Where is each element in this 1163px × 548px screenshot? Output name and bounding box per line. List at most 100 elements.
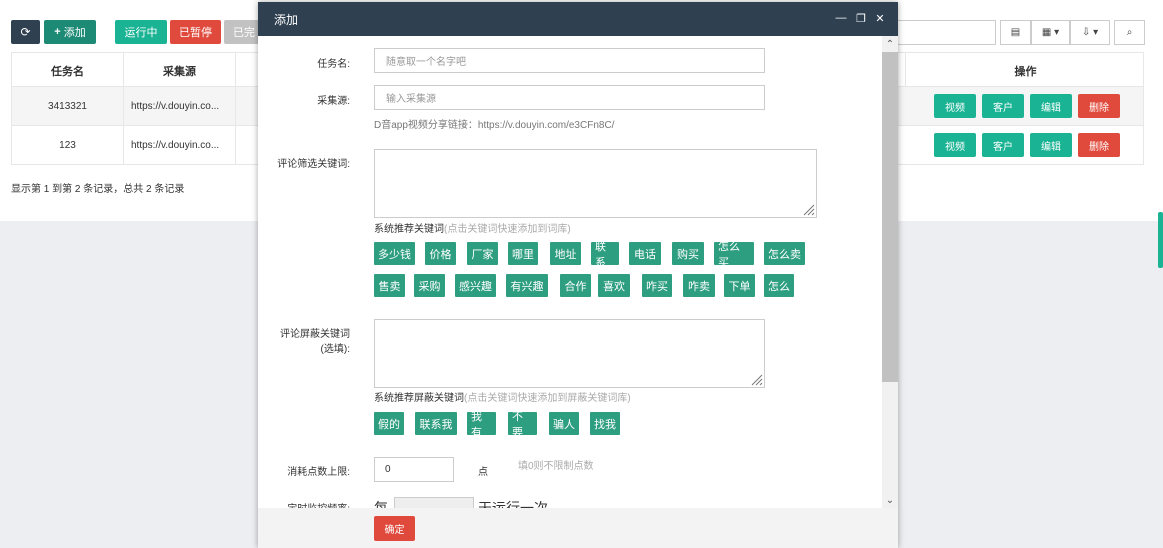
- list-view-button[interactable]: ▤: [1000, 20, 1031, 45]
- columns-icon: ▦ ▾: [1041, 27, 1060, 38]
- list-icon: ▤: [1010, 27, 1021, 38]
- running-label: 运行中: [124, 27, 158, 39]
- keyword-chip[interactable]: 不要: [508, 411, 537, 439]
- video-button[interactable]: 视频: [934, 94, 976, 118]
- keyword-chip[interactable]: 骗人: [549, 412, 579, 435]
- dialog-title-bar: 添加: [258, 2, 898, 36]
- scroll-down-icon[interactable]: ⌄: [882, 492, 898, 508]
- keyword-chip[interactable]: 我有: [467, 411, 496, 439]
- scroll-up-icon[interactable]: ⌃: [882, 36, 898, 52]
- header-actions: 操作: [905, 53, 1145, 88]
- timer-suffix: 天运行一次: [478, 500, 548, 508]
- customer-button[interactable]: 客户: [982, 94, 1024, 118]
- confirm-button[interactable]: 确定: [374, 516, 415, 541]
- keyword-chip[interactable]: 下单: [724, 274, 755, 297]
- keyword-chip[interactable]: 电话: [629, 242, 661, 265]
- keyword-chip[interactable]: 感兴趣: [455, 274, 496, 297]
- block-keywords-textarea[interactable]: [374, 319, 765, 388]
- export-icon: ⇩ ▾: [1081, 27, 1099, 38]
- keyword-chip[interactable]: 怎么卖: [764, 242, 805, 265]
- keyword-chip[interactable]: 地址: [550, 242, 581, 265]
- cell-task-name: 3413321: [12, 87, 124, 126]
- cell-task-name: 123: [12, 126, 124, 165]
- keyword-chip[interactable]: 假的: [374, 412, 404, 435]
- source-label: 采集源:: [317, 96, 350, 107]
- keyword-chip[interactable]: 采购: [414, 274, 445, 297]
- add-task-dialog: 添加 — ❐ ✕ 任务名: 随意取一个名字吧 采集源: 输入采集源 D音app视…: [258, 2, 898, 548]
- source-hint: D音app视频分享链接：https://v.douyin.com/e3CFn8C…: [374, 120, 615, 131]
- points-unit: 点: [478, 467, 488, 478]
- dialog-footer: 确定: [258, 508, 898, 548]
- recommend-title-text: 系统推荐关键词: [374, 224, 444, 235]
- recommend-keywords-title: 系统推荐关键词(点击关键词快速添加到词库): [374, 220, 571, 235]
- search-button[interactable]: ⌕: [1114, 20, 1145, 45]
- source-input[interactable]: 输入采集源: [374, 85, 765, 110]
- scrollbar-thumb[interactable]: [882, 52, 898, 382]
- timer-prefix: 每: [374, 500, 388, 508]
- block-keywords-title: 系统推荐屏蔽关键词(点击关键词快速添加到屏蔽关键词库): [374, 389, 631, 404]
- keyword-chip[interactable]: 多少钱: [374, 242, 415, 265]
- paused-label: 已暂停: [179, 27, 212, 39]
- filter-keywords-textarea[interactable]: [374, 149, 817, 218]
- block-title-text: 系统推荐屏蔽关键词: [374, 393, 464, 404]
- keyword-chip[interactable]: 怎么买: [714, 241, 754, 269]
- points-limit-input[interactable]: 0: [374, 457, 454, 482]
- page-scrollbar[interactable]: [1158, 212, 1163, 268]
- search-icon: ⌕: [1126, 27, 1133, 38]
- refresh-icon: ⟳: [20, 25, 31, 39]
- keyword-chip[interactable]: 购买: [672, 242, 704, 265]
- refresh-button[interactable]: ⟳: [11, 20, 40, 44]
- add-button[interactable]: + 添加: [44, 20, 96, 44]
- block-title-sub: (点击关键词快速添加到屏蔽关键词库): [464, 393, 631, 404]
- maximize-icon[interactable]: ❐: [855, 12, 867, 25]
- keyword-chip[interactable]: 价格: [425, 242, 456, 265]
- delete-button[interactable]: 删除: [1078, 94, 1120, 118]
- keyword-chip[interactable]: 咋卖: [683, 274, 715, 297]
- dialog-scrollbar[interactable]: ⌃ ⌄: [882, 36, 898, 508]
- close-icon[interactable]: ✕: [874, 12, 886, 25]
- search-input[interactable]: [898, 20, 996, 45]
- cell-source: https://v.douyin.co...: [124, 126, 236, 165]
- pagination-summary: 显示第 1 到第 2 条记录，总共 2 条记录: [11, 184, 185, 195]
- minimize-icon[interactable]: —: [835, 12, 847, 24]
- keyword-chip[interactable]: 联系: [591, 241, 619, 269]
- keyword-chip[interactable]: 哪里: [508, 242, 538, 265]
- done-label: 已完: [233, 27, 255, 39]
- edit-button[interactable]: 编辑: [1030, 94, 1072, 118]
- export-button[interactable]: ⇩ ▾: [1070, 20, 1110, 45]
- columns-button[interactable]: ▦ ▾: [1031, 20, 1070, 45]
- timer-label: 定时监控频率:: [258, 500, 350, 508]
- add-button-label: 添加: [63, 27, 86, 39]
- video-button[interactable]: 视频: [934, 133, 976, 157]
- timer-days-input[interactable]: [394, 497, 474, 508]
- keyword-chip[interactable]: 咋买: [642, 274, 672, 297]
- keyword-chip[interactable]: 厂家: [467, 242, 498, 265]
- edit-button[interactable]: 编辑: [1030, 133, 1072, 157]
- block-keywords-label: 评论屏蔽关键词: [280, 329, 350, 340]
- keyword-chip[interactable]: 喜欢: [598, 274, 630, 297]
- filter-keywords-label: 评论筛选关键词:: [277, 159, 350, 170]
- keyword-chip[interactable]: 找我: [590, 412, 620, 435]
- keyword-chip[interactable]: 售卖: [374, 274, 405, 297]
- dialog-title: 添加: [274, 12, 299, 27]
- task-name-label: 任务名:: [317, 59, 350, 70]
- cell-source: https://v.douyin.co...: [124, 87, 236, 126]
- keyword-chip[interactable]: 合作: [560, 274, 591, 297]
- points-hint: 填0则不限制点数: [518, 461, 594, 472]
- plus-icon: +: [54, 26, 61, 38]
- paused-button[interactable]: 已暂停: [170, 20, 221, 44]
- keyword-chip[interactable]: 怎么: [764, 274, 794, 297]
- keyword-chip[interactable]: 联系我: [415, 412, 457, 435]
- resize-handle-icon[interactable]: [749, 372, 763, 386]
- header-task-name: 任务名: [12, 53, 124, 88]
- block-keywords-label-optional: (选填):: [320, 344, 350, 355]
- task-name-input[interactable]: 随意取一个名字吧: [374, 48, 765, 73]
- points-limit-label: 消耗点数上限:: [287, 467, 350, 478]
- keyword-chip[interactable]: 有兴趣: [506, 274, 548, 297]
- header-source: 采集源: [124, 53, 236, 88]
- delete-button[interactable]: 删除: [1078, 133, 1120, 157]
- running-button[interactable]: 运行中: [115, 20, 167, 44]
- dialog-body: 任务名: 随意取一个名字吧 采集源: 输入采集源 D音app视频分享链接：htt…: [258, 36, 882, 508]
- customer-button[interactable]: 客户: [982, 133, 1024, 157]
- resize-handle-icon[interactable]: [801, 202, 815, 216]
